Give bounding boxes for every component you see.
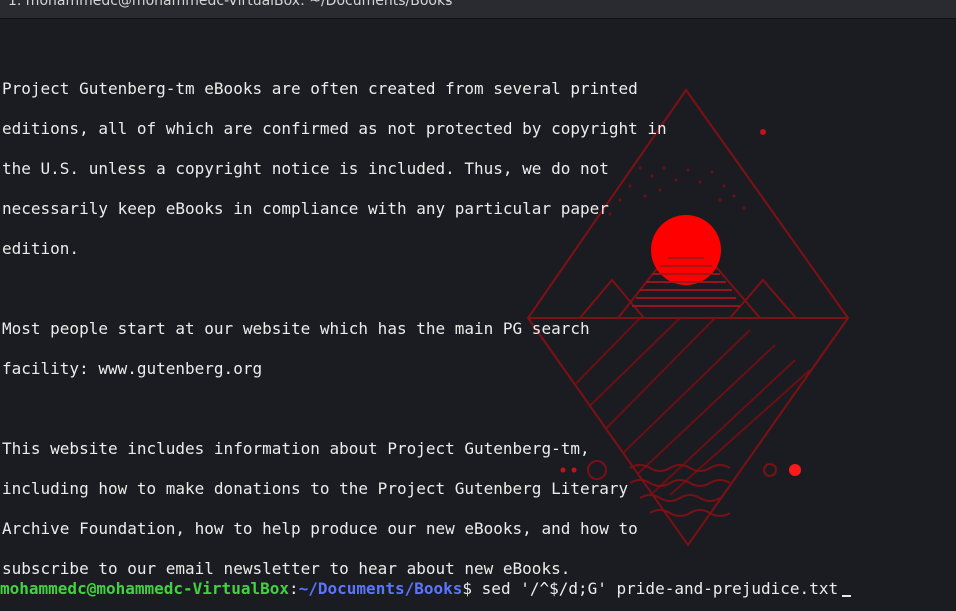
output-line: including how to make donations to the P… — [2, 479, 629, 498]
output-line: facility: www.gutenberg.org — [2, 359, 263, 378]
output-line: Project Gutenberg-tm eBooks are often cr… — [2, 79, 638, 98]
output-line: subscribe to our email newsletter to hea… — [2, 559, 571, 578]
output-line: necessarily keep eBooks in compliance wi… — [2, 199, 609, 218]
shell-prompt[interactable]: mohammedc@mohammedc-VirtualBox:~/Documen… — [0, 579, 852, 599]
output-line: the U.S. unless a copyright notice is in… — [2, 159, 609, 178]
prompt-symbol: $ — [462, 579, 473, 598]
output-line: This website includes information about … — [2, 439, 590, 458]
terminal-output[interactable]: Project Gutenberg-tm eBooks are often cr… — [0, 19, 956, 611]
output-line: edition. — [2, 239, 80, 258]
prompt-separator: : — [288, 579, 299, 598]
output-line: Archive Foundation, how to help produce … — [2, 519, 638, 538]
command-input[interactable]: sed '/^$/d;G' pride-and-prejudice.txt — [482, 579, 838, 598]
prompt-user-host: mohammedc@mohammedc-VirtualBox — [0, 579, 289, 598]
text-cursor — [842, 595, 852, 597]
output-line: Most people start at our website which h… — [2, 319, 590, 338]
output-line: editions, all of which are confirmed as … — [2, 119, 667, 138]
prompt-path: ~/Documents/Books — [298, 579, 463, 598]
